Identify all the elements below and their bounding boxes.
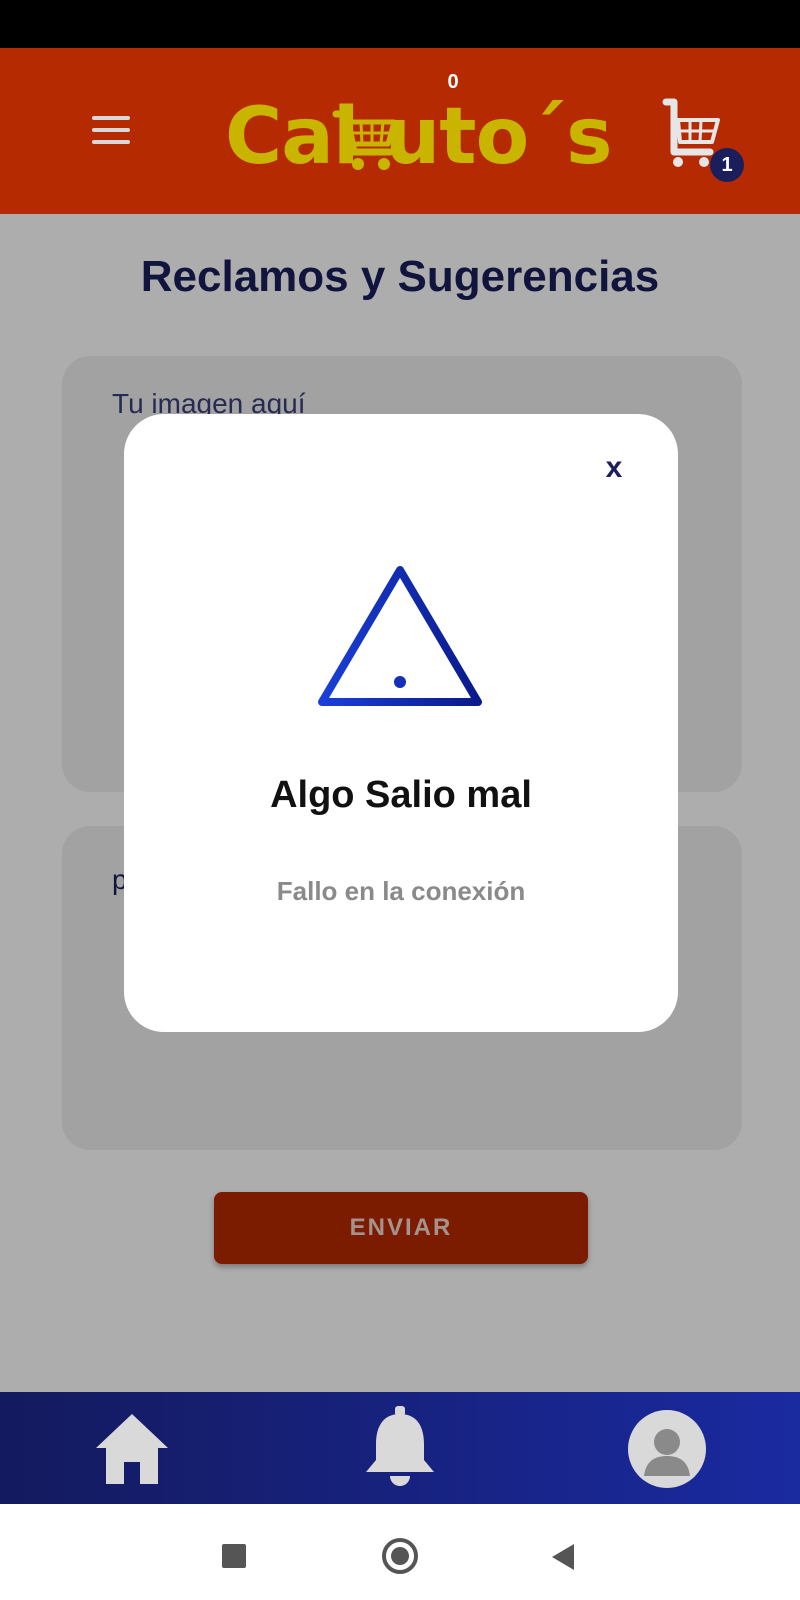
dialog-message: Fallo en la conexión [276, 876, 526, 906]
cart-count-badge: 1 [710, 148, 744, 182]
dialog-title: Algo Salio mal [270, 774, 532, 816]
bottom-nav [0, 1392, 800, 1504]
error-dialog: x Algo Salio mal Fallo en la conexión [124, 414, 678, 1032]
system-nav-bar [0, 1504, 800, 1600]
notification-badge: 0 [437, 66, 469, 98]
close-button[interactable]: x [594, 448, 634, 488]
profile-icon[interactable] [628, 1410, 706, 1488]
back-icon[interactable] [552, 1544, 574, 1570]
system-home-icon[interactable] [382, 1538, 418, 1574]
home-icon[interactable] [92, 1408, 172, 1488]
logo-text: Cal uto´s [225, 92, 613, 182]
menu-icon[interactable] [92, 116, 130, 144]
status-bar [0, 0, 800, 48]
warning-triangle-icon [318, 566, 482, 706]
logo-cart-icon [332, 110, 397, 170]
app-logo: Cal uto´s [225, 92, 613, 182]
bell-icon[interactable] [360, 1404, 440, 1490]
recent-apps-icon[interactable] [222, 1544, 246, 1568]
